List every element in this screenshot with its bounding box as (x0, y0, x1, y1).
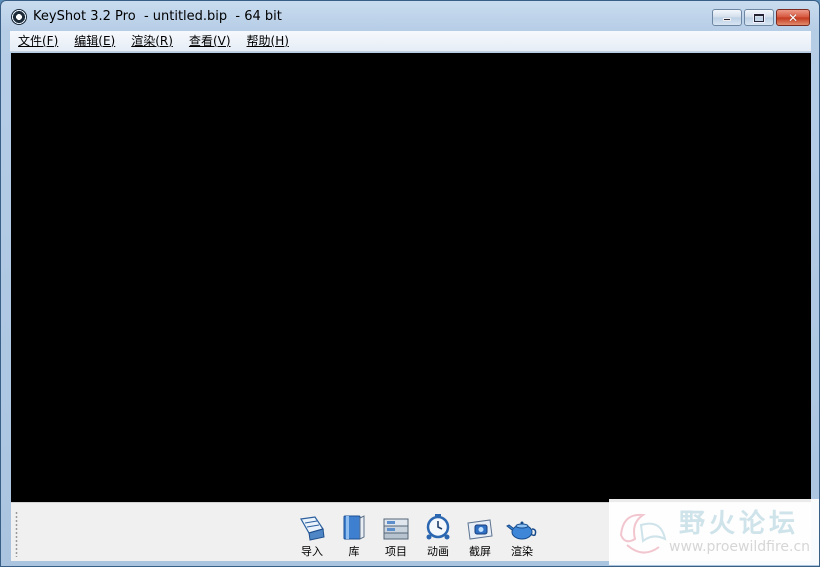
menu-render[interactable]: 渲染(R) (123, 31, 181, 52)
keyshot-app-icon[interactable] (11, 9, 27, 25)
menu-help[interactable]: 帮助(H) (239, 31, 297, 52)
keyshot-window: KeyShot 3.2 Pro - untitled.bip - 64 bit … (0, 0, 820, 567)
minimize-button[interactable] (712, 9, 742, 26)
menu-file[interactable]: 文件(F) (10, 31, 66, 52)
minimize-icon (723, 18, 731, 21)
menu-edit[interactable]: 编辑(E) (66, 31, 123, 52)
project-icon (380, 513, 412, 541)
toolbar-grip[interactable] (15, 511, 18, 557)
render-teapot-icon (506, 513, 538, 541)
project-label: 项目 (385, 545, 407, 558)
screenshot-label: 截屏 (469, 545, 491, 558)
title-bar[interactable]: KeyShot 3.2 Pro - untitled.bip - 64 bit … (1, 1, 819, 31)
menu-view[interactable]: 查看(V) (181, 31, 239, 52)
screenshot-icon (464, 513, 496, 541)
library-button[interactable]: 库 (333, 513, 375, 559)
screenshot-button[interactable]: 截屏 (459, 513, 501, 559)
project-button[interactable]: 项目 (375, 513, 417, 559)
render-button[interactable]: 渲染 (501, 513, 543, 559)
watermark-logo-icon (613, 505, 673, 565)
import-icon (296, 513, 328, 541)
menu-bar: 文件(F) 编辑(E) 渲染(R) 查看(V) 帮助(H) (10, 31, 811, 52)
close-button[interactable]: ✕ (776, 9, 810, 26)
library-icon (338, 513, 370, 541)
animation-icon (422, 513, 454, 541)
close-icon: ✕ (787, 10, 799, 25)
import-label: 导入 (301, 545, 323, 558)
forum-watermark: 野火论坛 www.proewildfire.cn (609, 499, 819, 565)
render-viewport[interactable] (11, 53, 811, 502)
maximize-button[interactable] (744, 9, 774, 26)
import-button[interactable]: 导入 (291, 513, 333, 559)
maximize-icon (754, 13, 764, 22)
watermark-title: 野火论坛 (679, 509, 800, 539)
watermark-url: www.proewildfire.cn (669, 539, 811, 555)
animation-button[interactable]: 动画 (417, 513, 459, 559)
library-label: 库 (348, 545, 360, 558)
animation-label: 动画 (427, 545, 449, 558)
render-label: 渲染 (511, 545, 533, 558)
window-title: KeyShot 3.2 Pro - untitled.bip - 64 bit (33, 9, 282, 24)
